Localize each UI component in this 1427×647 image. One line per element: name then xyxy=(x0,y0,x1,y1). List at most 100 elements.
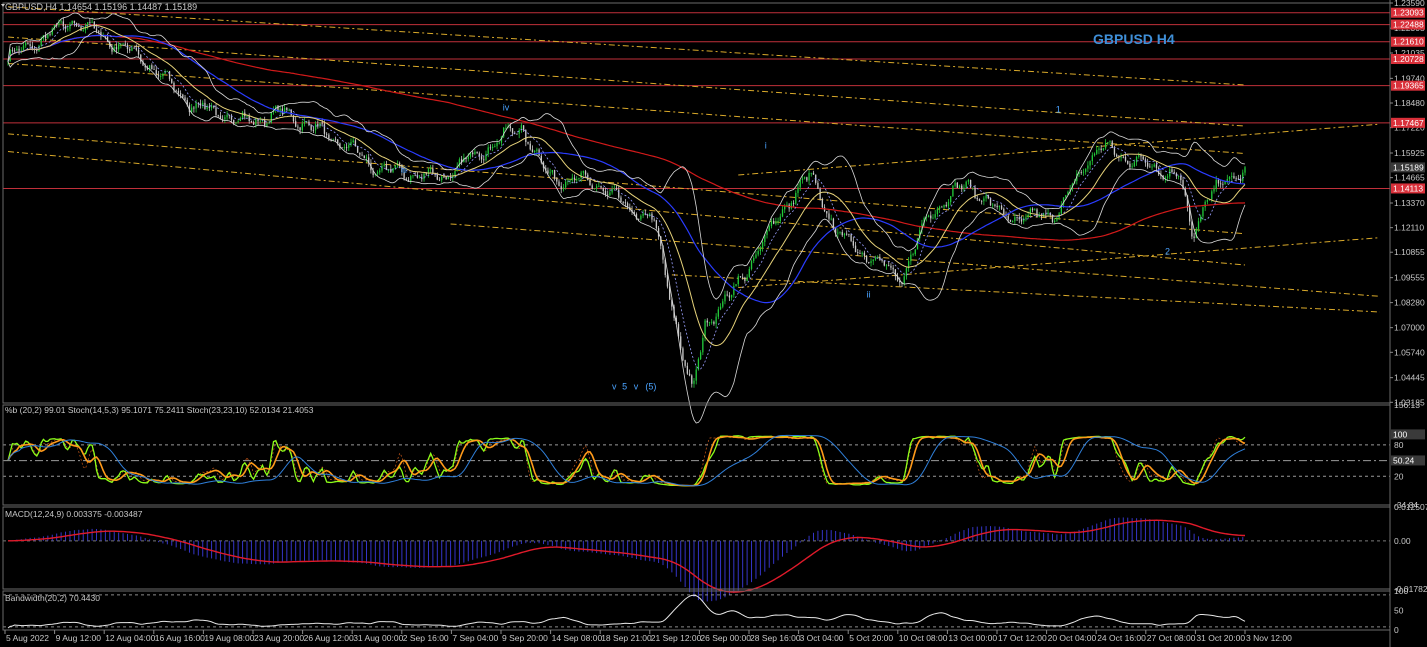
candle-body xyxy=(1180,176,1182,181)
x-tick-label: 23 Aug 20:00 xyxy=(254,633,304,643)
symbol-header: GBPUSD,H4 1.14654 1.15196 1.14487 1.1518… xyxy=(5,2,197,12)
candle-body xyxy=(480,156,483,160)
candle-body xyxy=(522,125,525,131)
candle-body xyxy=(768,226,770,231)
candle-body xyxy=(1135,156,1138,163)
candle-body xyxy=(505,127,507,129)
candle-body xyxy=(618,189,620,198)
candle-body xyxy=(233,119,235,124)
candle-body xyxy=(547,170,549,174)
candle-body xyxy=(954,182,956,186)
candle-body xyxy=(29,44,31,46)
candle-body xyxy=(755,254,757,258)
candle-body xyxy=(412,175,414,177)
candle-body xyxy=(711,321,713,323)
candle-body xyxy=(750,260,753,269)
candle-body xyxy=(719,306,722,310)
candle-body xyxy=(115,47,118,50)
candle-body xyxy=(215,107,217,115)
candle-body xyxy=(879,257,881,260)
trading-chart[interactable]: iiiivv5v(5)iii12 1.235901.223051.210351.… xyxy=(0,0,1427,647)
x-tick-label: 13 Oct 00:00 xyxy=(948,633,997,643)
candle-body xyxy=(64,26,67,29)
price-pane[interactable]: iiiivv 5 v (5)iii12 xyxy=(3,6,1390,424)
y-tick-label: 1.14665 xyxy=(1394,173,1425,183)
bandwidth-tick-label: 100 xyxy=(1394,586,1408,596)
candle-body xyxy=(1085,168,1087,172)
candle-body xyxy=(1235,178,1237,180)
candle-body xyxy=(290,109,292,116)
candle-body xyxy=(702,337,704,353)
candle-body xyxy=(947,202,950,207)
candle-body xyxy=(376,172,379,174)
candle-body xyxy=(1056,217,1058,221)
y-tick-label: 1.04445 xyxy=(1394,373,1425,383)
candle-body xyxy=(538,149,540,156)
x-tick-label: 3 Oct 04:00 xyxy=(800,633,844,643)
x-tick-label: 21 Sep 12:00 xyxy=(651,633,702,643)
wave-label: ii xyxy=(867,289,871,299)
macd-title: MACD(12,24,9) 0.003375 -0.003487 xyxy=(5,509,143,519)
candle-body xyxy=(179,93,182,95)
candle-body xyxy=(383,164,385,166)
candle-body xyxy=(865,255,868,262)
candle-body xyxy=(615,188,618,190)
candle-body xyxy=(1149,166,1151,168)
candle-body xyxy=(476,151,478,154)
macd-tick-label: 0.012507 xyxy=(1394,502,1427,512)
candle-body xyxy=(803,177,806,179)
candle-body xyxy=(775,221,777,224)
candle-body xyxy=(509,126,511,129)
candle-body xyxy=(806,177,808,181)
candle-body xyxy=(350,141,352,146)
candle-body xyxy=(620,197,622,203)
candle-body xyxy=(843,233,846,236)
candle-body xyxy=(381,165,383,171)
candle-body xyxy=(722,301,724,307)
candle-body xyxy=(881,259,883,261)
candle-body xyxy=(646,214,649,216)
candle-body xyxy=(724,294,726,302)
candle-body xyxy=(363,155,365,159)
candle-body xyxy=(472,152,474,155)
candle-body xyxy=(589,180,591,186)
candle-body xyxy=(1217,179,1220,184)
candle-body xyxy=(1054,220,1056,222)
candle-body xyxy=(348,145,350,148)
candle-body xyxy=(801,178,804,180)
candle-body xyxy=(511,128,514,133)
candle-body xyxy=(1146,162,1149,167)
candle-body xyxy=(761,242,764,249)
candle-body xyxy=(1213,188,1215,192)
candle-body xyxy=(299,127,301,131)
wave-label: i xyxy=(765,141,767,151)
candle-body xyxy=(491,146,494,149)
stoch-badge-label: 50.24 xyxy=(1393,455,1415,465)
candle-body xyxy=(859,252,861,254)
candle-body xyxy=(489,147,492,149)
candle-body xyxy=(330,138,332,140)
candle-body xyxy=(598,185,600,187)
candle-body xyxy=(1100,148,1102,151)
candle-body xyxy=(726,294,728,296)
candle-body xyxy=(418,177,421,179)
price-badge-label: 1.14113 xyxy=(1393,183,1423,193)
stochastic-pane[interactable] xyxy=(3,434,1390,487)
candle-body xyxy=(961,185,963,190)
candle-body xyxy=(1127,160,1129,164)
candle-body xyxy=(693,380,695,384)
candle-body xyxy=(445,176,447,180)
candle-body xyxy=(595,186,598,189)
candle-body xyxy=(246,115,248,117)
candle-body xyxy=(1014,217,1016,222)
price-badge-label: 1.20728 xyxy=(1393,54,1424,64)
bandwidth-pane[interactable] xyxy=(3,594,1390,629)
candle-body xyxy=(715,316,717,324)
price-badge-label: 1.17467 xyxy=(1393,118,1424,128)
x-tick-label: 12 Aug 04:00 xyxy=(105,633,155,643)
candle-body xyxy=(467,156,469,159)
candle-body xyxy=(13,50,16,52)
candle-body xyxy=(744,277,746,282)
candle-body xyxy=(1242,172,1244,181)
y-tick-label: 1.15925 xyxy=(1394,148,1425,158)
